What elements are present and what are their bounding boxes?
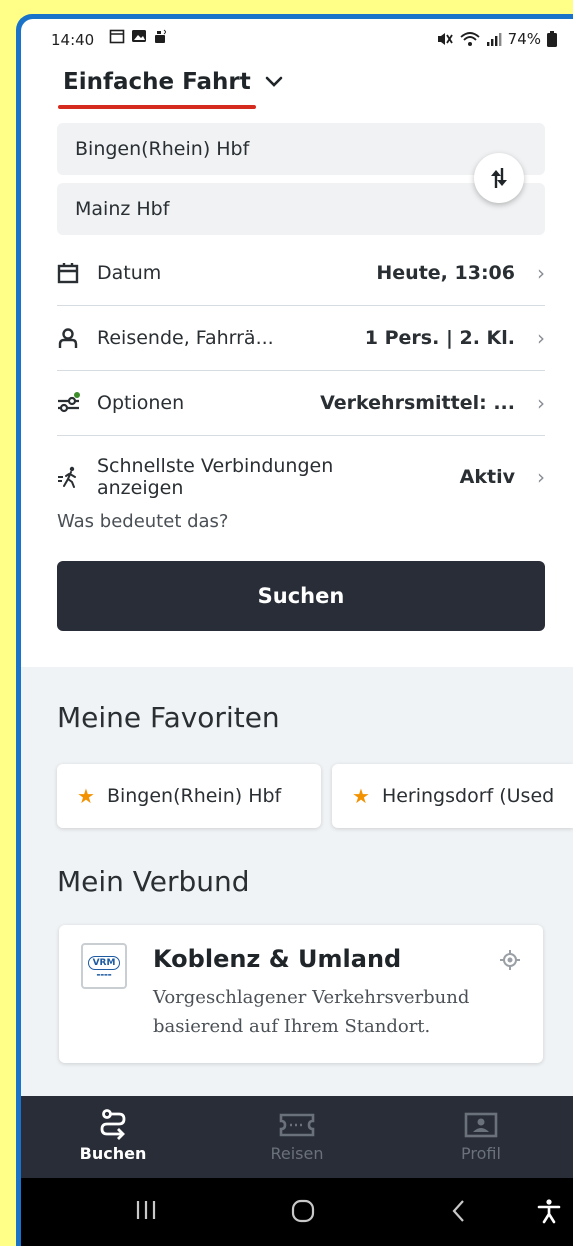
verbund-name: Koblenz & Umland xyxy=(153,945,402,973)
vrm-logo: VRM ▬▬▬▬ xyxy=(81,943,127,989)
travellers-row[interactable]: Reisende, Fahrrä... 1 Pers. | 2. Kl. › xyxy=(57,306,545,370)
recent-apps-button[interactable] xyxy=(135,1198,157,1226)
calendar-notification-icon xyxy=(109,29,125,44)
status-right-icons: 74% xyxy=(436,30,557,48)
vrm-logo-decoration: ▬▬▬▬ xyxy=(96,971,112,977)
filter-sliders-icon xyxy=(57,392,87,414)
nav-label-buchen: Buchen xyxy=(79,1144,147,1163)
chevron-down-icon xyxy=(265,76,283,87)
favorite-chip[interactable]: ★ Heringsdorf (Used xyxy=(332,764,573,828)
battery-percent: 74% xyxy=(507,30,541,48)
options-label: Optionen xyxy=(97,392,185,414)
system-navigation-bar xyxy=(21,1178,573,1246)
nav-tab-profil[interactable]: Profil xyxy=(389,1096,573,1178)
from-station-value: Bingen(Rhein) Hbf xyxy=(75,138,250,160)
date-label: Datum xyxy=(97,262,162,284)
wifi-icon xyxy=(460,32,480,46)
signal-icon xyxy=(486,33,502,46)
favorites-title: Meine Favoriten xyxy=(57,701,280,734)
trip-type-dropdown[interactable]: Einfache Fahrt xyxy=(63,69,283,95)
route-icon xyxy=(99,1108,127,1142)
chevron-right-icon: › xyxy=(537,261,545,285)
status-time: 14:40 xyxy=(51,31,95,49)
verbund-description: Vorgeschlagener Verkehrsverbund basieren… xyxy=(153,987,470,1037)
person-icon xyxy=(57,327,87,349)
swap-stations-button[interactable] xyxy=(474,153,524,203)
nav-tab-buchen[interactable]: Buchen xyxy=(21,1096,205,1178)
travellers-value: 1 Pers. | 2. Kl. xyxy=(364,327,515,349)
help-link[interactable]: Was bedeutet das? xyxy=(57,511,228,532)
chevron-right-icon: › xyxy=(537,326,545,350)
options-row[interactable]: Optionen Verkehrsmittel: ... › xyxy=(57,371,545,435)
date-value: Heute, 13:06 xyxy=(376,262,515,284)
from-station-field[interactable]: Bingen(Rhein) Hbf xyxy=(57,123,545,175)
running-person-icon xyxy=(57,466,87,488)
bottom-navigation: Buchen Reisen Profil xyxy=(21,1096,573,1178)
fastest-connections-label: Schnellste Verbindungen anzeigen xyxy=(97,455,460,499)
trip-type-label: Einfache Fahrt xyxy=(63,69,251,95)
verbund-card[interactable]: VRM ▬▬▬▬ Koblenz & Umland Vorgeschlagene… xyxy=(59,925,543,1063)
nav-label-reisen: Reisen xyxy=(270,1144,324,1163)
travellers-label: Reisende, Fahrrä... xyxy=(97,327,274,349)
fastest-label-line2: anzeigen xyxy=(97,477,184,499)
favorite-label: Bingen(Rhein) Hbf xyxy=(106,785,282,807)
fastest-connections-row[interactable]: Schnellste Verbindungen anzeigen Aktiv › xyxy=(57,445,545,509)
calendar-icon xyxy=(57,262,87,284)
profile-card-icon xyxy=(464,1108,498,1142)
active-tab-underline xyxy=(58,105,256,109)
favorite-chip[interactable]: ★ Bingen(Rhein) Hbf xyxy=(57,764,321,828)
fastest-connections-value: Aktiv xyxy=(459,466,515,488)
swap-arrows-icon xyxy=(491,168,507,188)
ticket-icon xyxy=(279,1108,315,1142)
divider xyxy=(57,435,545,436)
status-bar: 14:40 74% xyxy=(21,19,573,63)
nav-tab-reisen[interactable]: Reisen xyxy=(205,1096,389,1178)
favorite-label: Heringsdorf (Used xyxy=(381,785,555,807)
accessibility-icon[interactable] xyxy=(536,1198,562,1228)
star-icon: ★ xyxy=(77,784,95,808)
mute-icon xyxy=(437,33,453,45)
chevron-right-icon: › xyxy=(537,465,545,489)
options-value: Verkehrsmittel: ... xyxy=(320,392,515,414)
search-button[interactable]: Suchen xyxy=(57,561,545,631)
nav-label-profil: Profil xyxy=(461,1144,501,1163)
star-icon: ★ xyxy=(352,784,370,808)
status-notification-icons xyxy=(109,28,169,44)
date-row[interactable]: Datum Heute, 13:06 › xyxy=(57,241,545,305)
phone-screen: 14:40 74% Einfache Fahrt Bingen(Rhein) H… xyxy=(21,19,573,1246)
to-station-field[interactable]: Mainz Hbf xyxy=(57,183,545,235)
back-button[interactable] xyxy=(451,1198,467,1228)
battery-icon xyxy=(547,31,557,47)
fastest-label-line1: Schnellste Verbindungen xyxy=(97,455,334,477)
verbund-title: Mein Verbund xyxy=(57,865,250,898)
to-station-value: Mainz Hbf xyxy=(75,198,170,220)
location-target-icon xyxy=(499,949,521,975)
app-notification-icon xyxy=(155,29,166,43)
home-button[interactable] xyxy=(290,1198,316,1228)
image-notification-icon xyxy=(132,30,146,42)
vrm-logo-text: VRM xyxy=(87,955,121,970)
chevron-right-icon: › xyxy=(537,391,545,415)
